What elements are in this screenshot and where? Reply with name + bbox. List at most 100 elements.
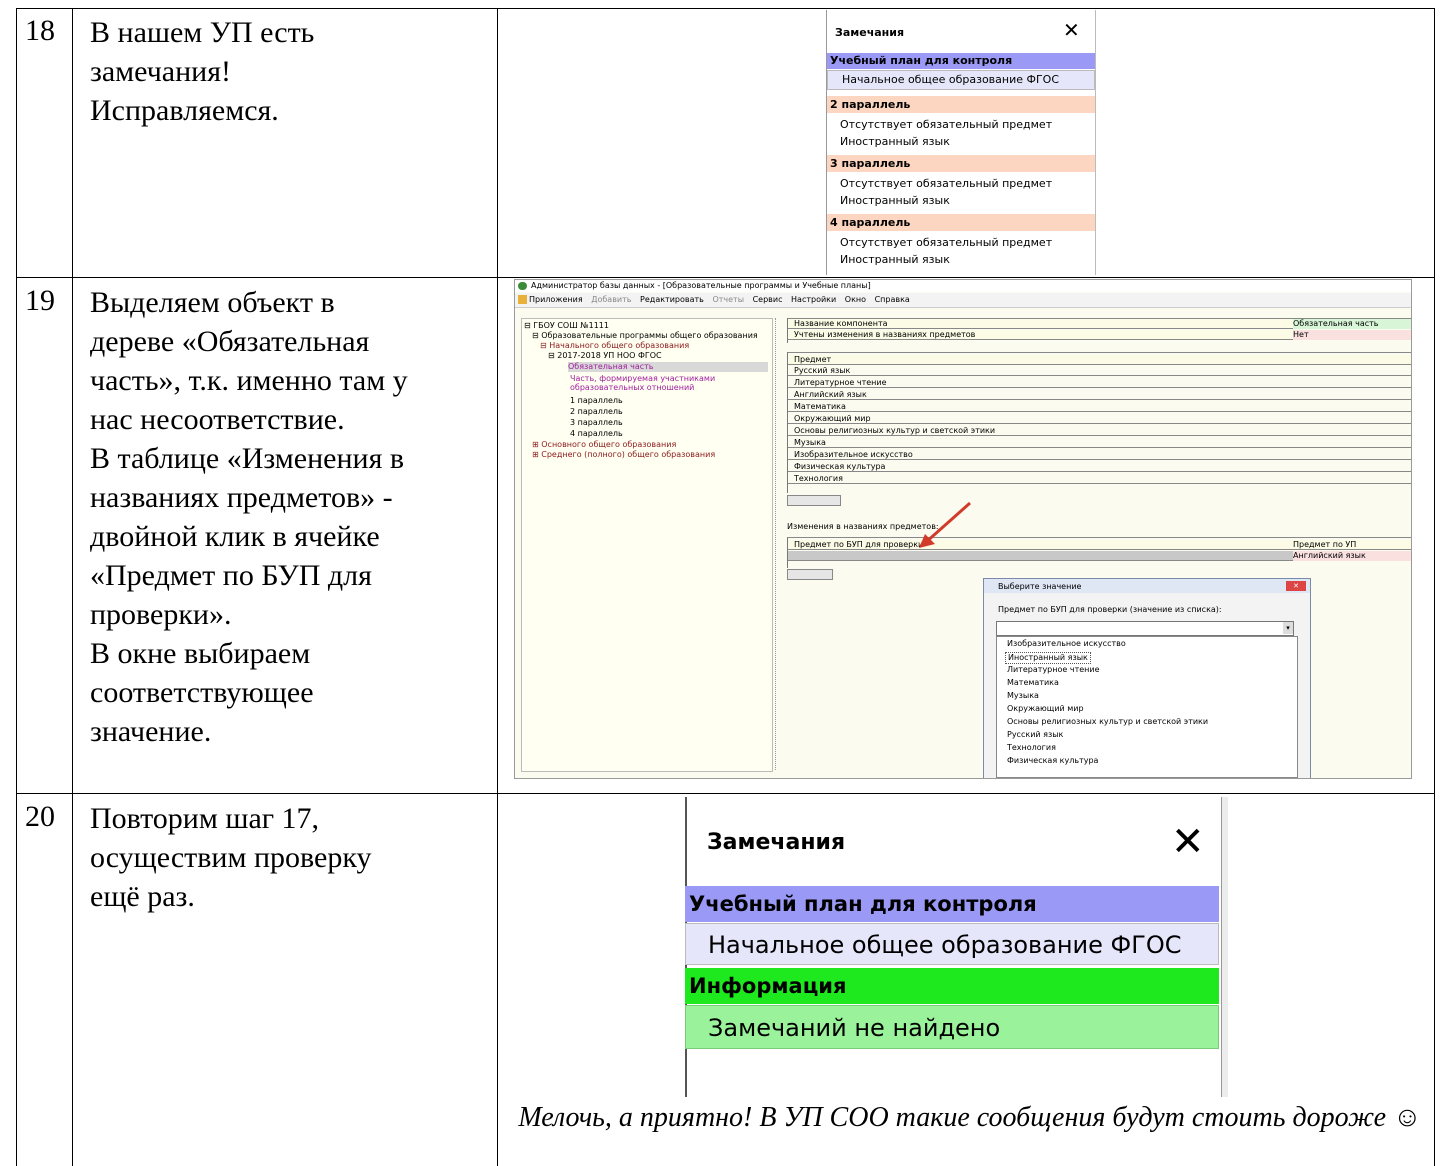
plan-value: Начальное общее образование ФГОС <box>685 923 1219 965</box>
row-text-line: В нашем УП есть <box>90 16 315 49</box>
option-item[interactable]: Русский язык <box>1007 730 1063 740</box>
row-text-line: «Предмет по БУП для <box>90 559 372 592</box>
menu-item[interactable]: Окно <box>845 295 866 304</box>
group-line: Отсутствует обязательный предмет <box>840 118 1053 131</box>
menu-item[interactable]: Сервис <box>753 295 783 304</box>
row-text-line: замечания! <box>90 55 232 88</box>
close-icon[interactable]: ✕ <box>1286 581 1306 591</box>
property-row: Название компонента Обязательная часть <box>788 319 1411 329</box>
option-item[interactable]: Технология <box>1007 743 1056 753</box>
info-header: Информация <box>685 968 1219 1004</box>
menu-bar: Приложения Добавить Редактировать Отчеты… <box>515 293 1411 308</box>
tree-node[interactable]: ⊞ Основного общего образования <box>532 440 676 450</box>
info-value: Замечаний не найдено <box>685 1005 1219 1049</box>
row-text-line: осуществим проверку <box>90 841 372 874</box>
option-item[interactable]: Физическая культура <box>1007 756 1098 766</box>
row-text-line: нас несоответствие. <box>90 403 345 436</box>
row-text-line: часть», т.к. именно там у <box>90 364 408 397</box>
close-icon[interactable]: ✕ <box>1063 18 1080 42</box>
remarks-panel: Замечания ✕ Учебный план для контроля На… <box>826 10 1096 275</box>
tree-node: образовательных отношений <box>570 383 695 392</box>
subject-row[interactable]: Математика <box>788 402 1411 412</box>
menu-item[interactable]: Добавить <box>591 295 631 304</box>
tree-node[interactable]: ⊞ Среднего (полного) общего образования <box>532 450 715 460</box>
red-arrow-icon <box>919 501 971 548</box>
menu-item[interactable]: Отчеты <box>712 295 744 304</box>
scrollbar-track[interactable] <box>1222 797 1228 1097</box>
row-text-line: соответствующее <box>90 676 314 709</box>
table-border-left <box>16 8 17 1166</box>
caption: Мелочь, а приятно! В УП СОО такие сообще… <box>518 1102 1422 1133</box>
subject-row[interactable]: Литературное чтение <box>788 378 1411 388</box>
group-line: Иностранный язык <box>840 253 950 266</box>
option-item[interactable]: Математика <box>1007 678 1059 688</box>
row-text-line: Выделяем объект в <box>90 286 335 319</box>
tree-node[interactable]: 1 параллель <box>570 396 623 406</box>
menu-item[interactable]: Редактировать <box>640 295 704 304</box>
option-item[interactable]: Основы религиозных культур и светской эт… <box>1007 717 1208 727</box>
tree-node[interactable]: 4 параллель <box>570 429 623 439</box>
close-icon[interactable]: ✕ <box>1171 819 1205 865</box>
row-text-line: ещё раз. <box>90 880 195 913</box>
tree-node[interactable]: ⊟ Начального общего образования <box>540 341 689 351</box>
group-line: Иностранный язык <box>840 194 950 207</box>
menu-item[interactable]: Приложения <box>529 295 583 304</box>
property-name: Название компонента <box>794 319 888 328</box>
option-item[interactable]: Окружающий мир <box>1007 704 1084 714</box>
app-icon <box>518 282 527 290</box>
properties-grid: Название компонента Обязательная часть У… <box>787 318 1411 343</box>
option-item[interactable]: Литературное чтение <box>1007 665 1100 675</box>
group-header: 4 параллель <box>827 214 1095 231</box>
remarks-title: Замечания <box>835 26 905 39</box>
grid-navigator[interactable] <box>787 495 841 506</box>
changes-row[interactable]: Английский язык <box>788 551 1411 561</box>
property-name: Учтены изменения в названиях предметов <box>794 330 976 339</box>
table-border-top <box>16 8 1435 9</box>
subject-row[interactable]: Технология <box>788 474 1411 484</box>
menu-item[interactable]: Настройки <box>791 295 836 304</box>
subject-row[interactable]: Изобразительное искусство <box>788 450 1411 460</box>
property-value[interactable]: Нет <box>1293 330 1411 340</box>
subjects-grid: Предмет Русский язык Литературное чтение… <box>787 352 1411 493</box>
subject-row[interactable]: Русский язык <box>788 366 1411 376</box>
subject-row[interactable]: Английский язык <box>788 390 1411 400</box>
option-item[interactable]: Музыка <box>1007 691 1039 701</box>
subject-row[interactable]: Физическая культура <box>788 462 1411 472</box>
subject-row[interactable]: Основы религиозных культур и светской эт… <box>788 426 1411 436</box>
tree-node[interactable]: ⊟ ГБОУ СОШ №1111 <box>524 321 609 331</box>
dialog-title: Выберите значение <box>998 582 1082 591</box>
column-header-label: Предмет по БУП для проверки <box>794 540 924 549</box>
property-value[interactable]: Обязательная часть <box>1293 319 1411 329</box>
option-item[interactable]: Изобразительное искусство <box>1007 639 1126 649</box>
row-text-line: В окне выбираем <box>90 637 311 670</box>
row-number: 19 <box>25 284 55 317</box>
row-text-line: проверки». <box>90 598 232 631</box>
column-header: Предмет <box>788 355 1411 365</box>
tree-node-selected[interactable]: Обязательная часть <box>568 362 768 372</box>
group-header: 3 параллель <box>827 155 1095 172</box>
option-item-selected[interactable]: Иностранный язык <box>1005 652 1091 664</box>
splitter[interactable] <box>775 318 778 770</box>
menu-item[interactable]: Справка <box>875 295 910 304</box>
row-text-line: значение. <box>90 715 212 748</box>
window-title: Администратор базы данных - [Образовател… <box>515 280 1411 292</box>
tree-node[interactable]: 2 параллель <box>570 407 623 417</box>
tree-node[interactable]: ⊟ Образовательные программы общего образ… <box>532 331 758 341</box>
value-select[interactable]: ▾ <box>996 621 1294 636</box>
tree-node[interactable]: ⊟ 2017-2018 УП НОО ФГОС <box>548 351 662 361</box>
table-col-divider-1 <box>72 8 73 1166</box>
table-col-divider-2 <box>497 8 498 1166</box>
subject-row[interactable]: Музыка <box>788 438 1411 448</box>
tree-panel: ⊟ ГБОУ СОШ №1111 ⊟ Образовательные прогр… <box>521 318 773 772</box>
changes-cell[interactable]: Английский язык <box>1293 551 1411 561</box>
select-value-dialog: Выберите значение ✕ Предмет по БУП для п… <box>983 578 1311 778</box>
grid-navigator[interactable] <box>787 569 833 580</box>
tree-node[interactable]: 3 параллель <box>570 418 623 428</box>
changes-grid: Предмет по БУП для проверки Предмет по У… <box>787 537 1411 568</box>
group-line: Отсутствует обязательный предмет <box>840 236 1053 249</box>
remarks-title: Замечания <box>707 830 846 855</box>
subject-row[interactable]: Окружающий мир <box>788 414 1411 424</box>
row-text-line: названиях предметов» - <box>90 481 393 514</box>
column-header-label: Предмет по УП <box>1293 540 1357 549</box>
chevron-down-icon[interactable]: ▾ <box>1283 622 1293 634</box>
